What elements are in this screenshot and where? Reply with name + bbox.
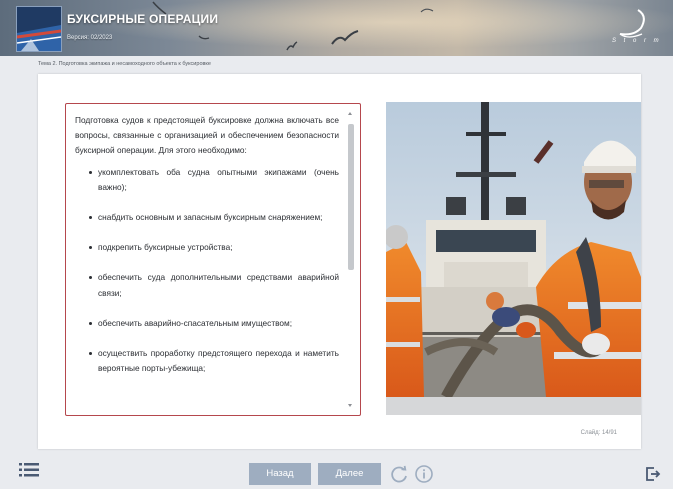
list-item: укомплектовать оба судна опытными экипаж… xyxy=(89,165,339,195)
photo-caption-bar xyxy=(386,397,641,415)
seagull-icon xyxy=(286,41,298,51)
app-title: БУКСИРНЫЕ ОПЕРАЦИИ xyxy=(67,12,219,26)
scrollable-text-box[interactable]: Подготовка судов к предстоящей буксировк… xyxy=(65,103,361,416)
back-button[interactable]: Назад xyxy=(249,463,311,485)
scrollbar[interactable] xyxy=(347,110,354,409)
seagull-icon xyxy=(198,35,210,40)
info-icon[interactable] xyxy=(414,464,434,484)
slide-counter: Слайд: 14/91 xyxy=(580,430,617,436)
scroll-up-arrow-icon[interactable] xyxy=(348,112,352,115)
next-button[interactable]: Далее xyxy=(318,463,381,485)
menu-list-icon[interactable] xyxy=(19,463,39,477)
seagull-icon xyxy=(331,30,359,45)
reload-icon[interactable] xyxy=(389,464,409,484)
breadcrumb: Тема 2. Подготовка экипажа и несамоходно… xyxy=(38,61,211,67)
app-version: Версия: 02/2023 xyxy=(67,35,113,41)
exit-icon[interactable] xyxy=(645,466,661,482)
scroll-thumb[interactable] xyxy=(348,124,354,270)
list-item: обеспечить аварийно-спасательным имущест… xyxy=(89,316,339,331)
text-content: Подготовка судов к предстоящей буксировк… xyxy=(75,113,339,391)
tugboat-crew-photo xyxy=(386,102,641,397)
intro-paragraph: Подготовка судов к предстоящей буксировк… xyxy=(75,115,339,156)
scroll-down-arrow-icon[interactable] xyxy=(348,404,352,407)
list-item: обеспечить суда дополнительными средства… xyxy=(89,270,339,300)
ship-logo-icon xyxy=(16,6,62,52)
list-item: подкрепить буксирные устройства; xyxy=(89,240,339,255)
brand-name: S t o r m xyxy=(612,38,662,44)
list-item: снабдить основным и запасным буксирным с… xyxy=(89,210,339,225)
list-item: осуществить проработку предстоящего пере… xyxy=(89,346,339,376)
seagull-icon xyxy=(420,8,434,13)
header-banner: БУКСИРНЫЕ ОПЕРАЦИИ Версия: 02/2023 S t o… xyxy=(0,0,673,56)
slide-card: Подготовка судов к предстоящей буксировк… xyxy=(38,74,641,449)
requirements-list: укомплектовать оба судна опытными экипаж… xyxy=(75,165,339,377)
